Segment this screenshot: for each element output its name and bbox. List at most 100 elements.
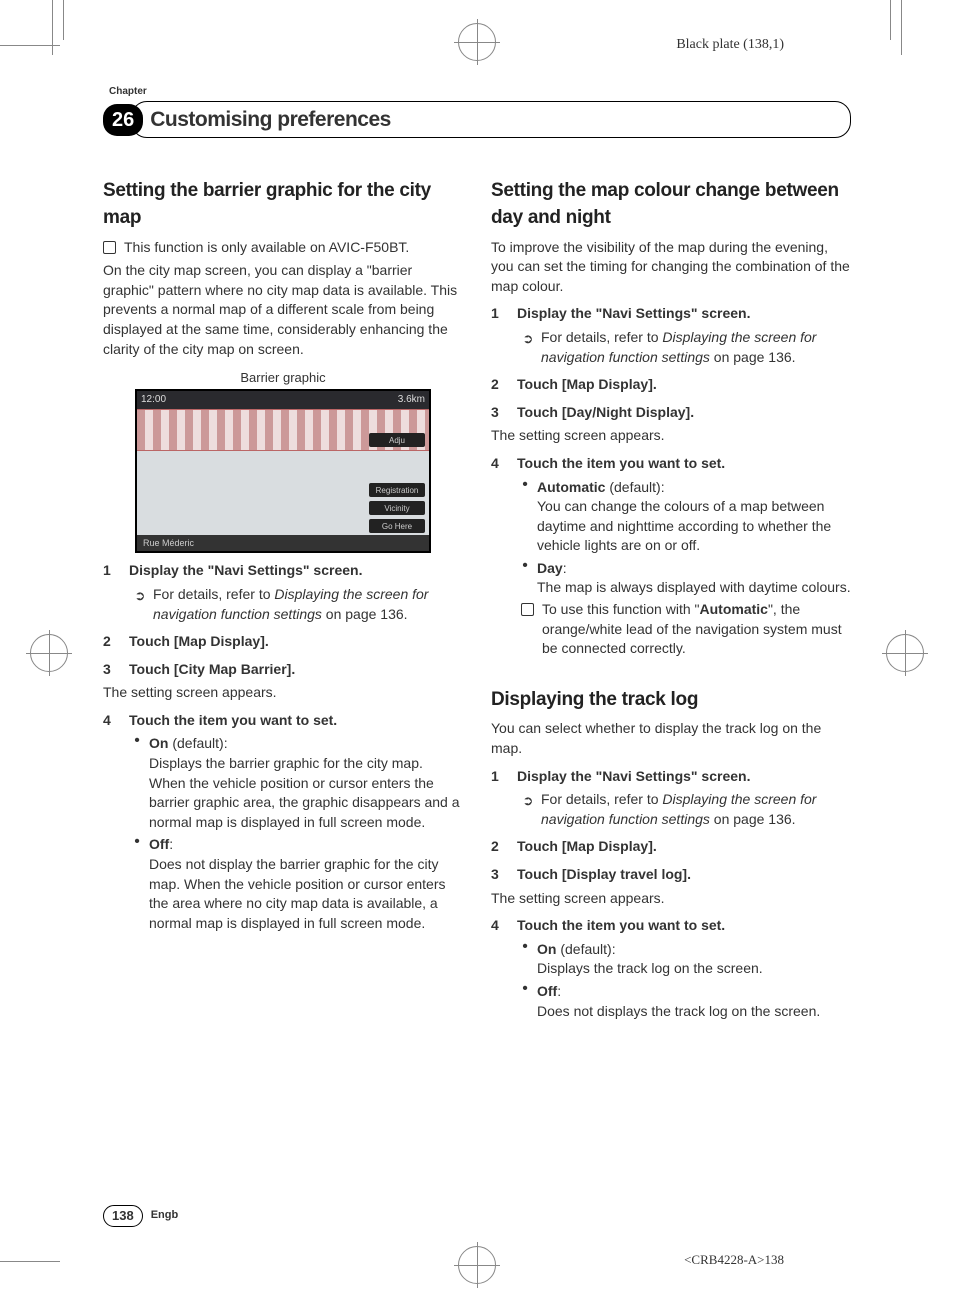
- bullet-icon: •: [133, 835, 141, 849]
- option-off: • Off: Does not display the barrier grap…: [133, 835, 463, 933]
- step-text: Display the "Navi Settings" screen.: [517, 304, 750, 324]
- option-automatic: • Automatic (default): You can change th…: [521, 478, 851, 556]
- step-text: Touch [Display travel log].: [517, 865, 691, 885]
- step-number: 1: [103, 561, 117, 581]
- figure-caption: Barrier graphic: [103, 369, 463, 387]
- option-on-body-2: When the vehicle position or cursor ente…: [149, 774, 463, 833]
- step-text: Touch [City Map Barrier].: [129, 660, 295, 680]
- step-number: 3: [491, 403, 505, 423]
- chapter-number: 26: [103, 104, 143, 136]
- map-distance: 3.6km: [398, 393, 425, 407]
- section-heading-daynight: Setting the map colour change between da…: [491, 178, 851, 231]
- map-registration-button: Registration: [369, 483, 425, 497]
- tl-step-1-reference: ➲ For details, refer to Displaying the s…: [521, 790, 851, 829]
- option-on-body-1: Displays the barrier graphic for the cit…: [149, 754, 463, 774]
- automatic-note: To use this function with "Automatic", t…: [521, 600, 851, 659]
- step-number: 2: [491, 375, 505, 395]
- step-text: Touch the item you want to set.: [517, 916, 725, 936]
- map-top-bar: 12:00 3.6km: [137, 391, 429, 409]
- step-text: Touch [Day/Night Display].: [517, 403, 694, 423]
- left-column: Setting the barrier graphic for the city…: [103, 178, 463, 1023]
- dn-step-1: 1 Display the "Navi Settings" screen.: [491, 304, 851, 324]
- note-icon: [103, 241, 116, 254]
- tl-option-off-label: Off: [537, 983, 557, 999]
- step-3-result: The setting screen appears.: [103, 683, 463, 703]
- daynight-intro: To improve the visibility of the map dur…: [491, 238, 851, 297]
- chapter-label: Chapter: [109, 85, 851, 99]
- step-number: 1: [491, 767, 505, 787]
- right-column: Setting the map colour change between da…: [491, 178, 851, 1023]
- tl-step-2: 2 Touch [Map Display].: [491, 837, 851, 857]
- step-number: 4: [103, 711, 117, 731]
- language-code: Engb: [151, 1208, 179, 1223]
- content-area: Chapter 26 Customising preferences Setti…: [103, 85, 851, 1227]
- bullet-icon: •: [521, 478, 529, 492]
- option-day-body: The map is always displayed with daytime…: [537, 578, 851, 598]
- step-number: 2: [491, 837, 505, 857]
- option-day-label: Day: [537, 560, 563, 576]
- plate-info: Black plate (138,1): [676, 35, 784, 55]
- map-street-label: Rue Méderic: [137, 535, 429, 551]
- step-text: Display the "Navi Settings" screen.: [517, 767, 750, 787]
- dn-step-4: 4 Touch the item you want to set.: [491, 454, 851, 474]
- document-id: <CRB4228-A>138: [684, 1251, 784, 1269]
- tl-step-1: 1 Display the "Navi Settings" screen.: [491, 767, 851, 787]
- note-text: This function is only available on AVIC-…: [124, 238, 409, 258]
- page-number: 138: [103, 1205, 143, 1227]
- step-text: Display the "Navi Settings" screen.: [129, 561, 362, 581]
- option-off-label: Off: [149, 836, 169, 852]
- option-on: • On (default): Displays the barrier gra…: [133, 734, 463, 832]
- chapter-header: 26 Customising preferences: [103, 101, 851, 138]
- step-number: 4: [491, 916, 505, 936]
- step-3: 3 Touch [City Map Barrier].: [103, 660, 463, 680]
- map-time: 12:00: [141, 393, 166, 407]
- reference-arrow-icon: ➲: [133, 587, 147, 605]
- note-text: To use this function with "Automatic", t…: [542, 600, 851, 659]
- section-heading-barrier: Setting the barrier graphic for the city…: [103, 178, 463, 231]
- step-text: Touch [Map Display].: [517, 375, 657, 395]
- tl-step-3-result: The setting screen appears.: [491, 889, 851, 909]
- step-number: 3: [491, 865, 505, 885]
- registration-mark-icon: [458, 23, 496, 61]
- step-text: Touch [Map Display].: [517, 837, 657, 857]
- registration-mark-icon: [30, 634, 68, 672]
- tl-option-on: • On (default): Displays the track log o…: [521, 940, 851, 979]
- option-day: • Day: The map is always displayed with …: [521, 559, 851, 598]
- option-off-body: Does not display the barrier graphic for…: [149, 855, 463, 933]
- intro-paragraph: On the city map screen, you can display …: [103, 261, 463, 359]
- page-footer: 138 Engb: [103, 1205, 178, 1227]
- reference-arrow-icon: ➲: [521, 792, 535, 810]
- document-page: Black plate (138,1) Chapter 26 Customisi…: [0, 0, 954, 1307]
- reference-arrow-icon: ➲: [521, 330, 535, 348]
- reference-text: For details, refer to Displaying the scr…: [153, 585, 463, 624]
- option-automatic-label: Automatic: [537, 479, 605, 495]
- registration-mark-icon: [458, 1246, 496, 1284]
- dn-step-3: 3 Touch [Day/Night Display].: [491, 403, 851, 423]
- step-text: Touch the item you want to set.: [517, 454, 725, 474]
- tracklog-intro: You can select whether to display the tr…: [491, 719, 851, 758]
- reference-text: For details, refer to Displaying the scr…: [541, 790, 851, 829]
- reference-text: For details, refer to Displaying the scr…: [541, 328, 851, 367]
- note-icon: [521, 603, 534, 616]
- dn-step-3-result: The setting screen appears.: [491, 426, 851, 446]
- section-heading-tracklog: Displaying the track log: [491, 687, 851, 714]
- option-on-label: On: [149, 735, 168, 751]
- chapter-title: Customising preferences: [150, 108, 391, 131]
- map-vicinity-button: Vicinity: [369, 501, 425, 515]
- tl-step-3: 3 Touch [Display travel log].: [491, 865, 851, 885]
- map-screenshot: 12:00 3.6km Adju Registration Vicinity G…: [135, 389, 431, 553]
- dn-step-1-reference: ➲ For details, refer to Displaying the s…: [521, 328, 851, 367]
- step-1-reference: ➲ For details, refer to Displaying the s…: [133, 585, 463, 624]
- step-number: 3: [103, 660, 117, 680]
- bullet-icon: •: [521, 982, 529, 996]
- step-text: Touch [Map Display].: [129, 632, 269, 652]
- step-2: 2 Touch [Map Display].: [103, 632, 463, 652]
- registration-mark-icon: [886, 634, 924, 672]
- bullet-icon: •: [521, 559, 529, 573]
- step-1: 1 Display the "Navi Settings" screen.: [103, 561, 463, 581]
- chapter-title-pill: Customising preferences: [131, 101, 851, 138]
- step-text: Touch the item you want to set.: [129, 711, 337, 731]
- tl-option-off: • Off: Does not displays the track log o…: [521, 982, 851, 1021]
- availability-note: This function is only available on AVIC-…: [103, 238, 463, 258]
- dn-step-2: 2 Touch [Map Display].: [491, 375, 851, 395]
